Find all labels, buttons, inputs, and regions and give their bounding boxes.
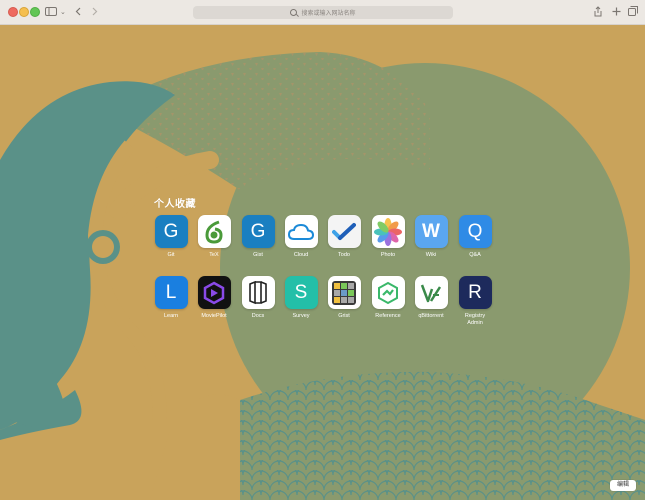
forward-arrow-icon[interactable] xyxy=(92,7,98,16)
edit-button[interactable]: 编辑 xyxy=(610,480,636,491)
favorite-git[interactable]: G Git xyxy=(149,215,193,259)
favorites-title: 个人收藏 xyxy=(154,199,196,210)
favorite-todo[interactable]: Todo xyxy=(322,215,366,259)
favorite-docs[interactable]: Docs xyxy=(236,276,280,320)
registry-icon: R xyxy=(458,276,492,309)
favorite-label: Photo xyxy=(380,252,396,258)
favorite-cloud[interactable]: Cloud xyxy=(279,215,323,259)
favorite-label: Wiki xyxy=(425,252,437,258)
favorite-label: Docs xyxy=(251,313,265,319)
learn-icon: L xyxy=(154,276,188,309)
favorite-qbittorrent[interactable]: qBittorrent xyxy=(409,276,453,320)
sidebar-toggle-icon[interactable] xyxy=(45,7,57,16)
favorite-wiki[interactable]: W Wiki xyxy=(409,215,453,259)
docs-book-icon xyxy=(241,276,275,309)
new-tab-plus-icon[interactable] xyxy=(612,7,621,16)
git-icon: G xyxy=(154,215,188,248)
gist-icon: G xyxy=(241,215,275,248)
favorite-label: Todo xyxy=(338,252,350,258)
favorite-label: Learn xyxy=(163,313,179,319)
browser-window: ⌄ 搜索或输入网站名称 个人收藏 G Git TeX G Gist Cloud … xyxy=(0,0,645,500)
grist-icon xyxy=(327,276,361,309)
share-icon[interactable] xyxy=(594,6,602,17)
zoom-window-button[interactable] xyxy=(30,7,40,17)
favorite-label: Reference xyxy=(375,313,401,319)
favorite-label: Git xyxy=(167,252,175,258)
favorite-reference[interactable]: Reference xyxy=(366,276,410,320)
overleaf-icon xyxy=(197,215,231,248)
favorite-label: Survey xyxy=(292,313,310,319)
favorite-label: Gist xyxy=(253,252,263,258)
favorite-label: Cloud xyxy=(293,252,309,258)
back-arrow-icon[interactable] xyxy=(75,7,81,16)
favorite-tex[interactable]: TeX xyxy=(192,215,236,259)
favorite-label: Q&A xyxy=(469,252,481,258)
todo-check-icon xyxy=(327,215,361,248)
favorite-photo[interactable]: Photo xyxy=(366,215,410,259)
favorite-label: Registry Admin xyxy=(464,313,486,326)
favorite-moviepilot[interactable]: MoviePilot xyxy=(192,276,236,320)
favorite-label: MoviePilot xyxy=(201,313,227,319)
favorite-label: TeX xyxy=(209,252,219,258)
address-bar[interactable]: 搜索或输入网站名称 xyxy=(193,6,453,19)
favorite-grist[interactable]: Grist xyxy=(322,276,366,320)
browser-toolbar: ⌄ 搜索或输入网站名称 xyxy=(0,0,645,25)
chevron-down-icon[interactable]: ⌄ xyxy=(60,7,66,18)
favorite-registry-admin[interactable]: R Registry Admin xyxy=(453,276,497,327)
survey-icon: S xyxy=(284,276,318,309)
close-window-button[interactable] xyxy=(8,7,18,17)
search-icon xyxy=(290,9,298,16)
reference-icon xyxy=(371,276,405,309)
cloud-icon xyxy=(284,215,318,248)
photo-pinwheel-icon xyxy=(371,215,405,248)
favorite-qa[interactable]: Q Q&A xyxy=(453,215,497,259)
wiki-icon: W xyxy=(414,215,448,248)
favorite-learn[interactable]: L Learn xyxy=(149,276,193,320)
favorite-label: Grist xyxy=(338,313,350,319)
tab-overview-icon[interactable] xyxy=(628,6,638,16)
moviepilot-icon xyxy=(197,276,231,309)
minimize-window-button[interactable] xyxy=(19,7,29,17)
background-illustration xyxy=(0,25,645,500)
favorite-label: qBittorrent xyxy=(418,313,444,319)
favorite-gist[interactable]: G Gist xyxy=(236,215,280,259)
address-placeholder: 搜索或输入网站名称 xyxy=(301,11,356,17)
qa-icon: Q xyxy=(458,215,492,248)
favorite-survey[interactable]: S Survey xyxy=(279,276,323,320)
qbittorrent-icon xyxy=(414,276,448,309)
